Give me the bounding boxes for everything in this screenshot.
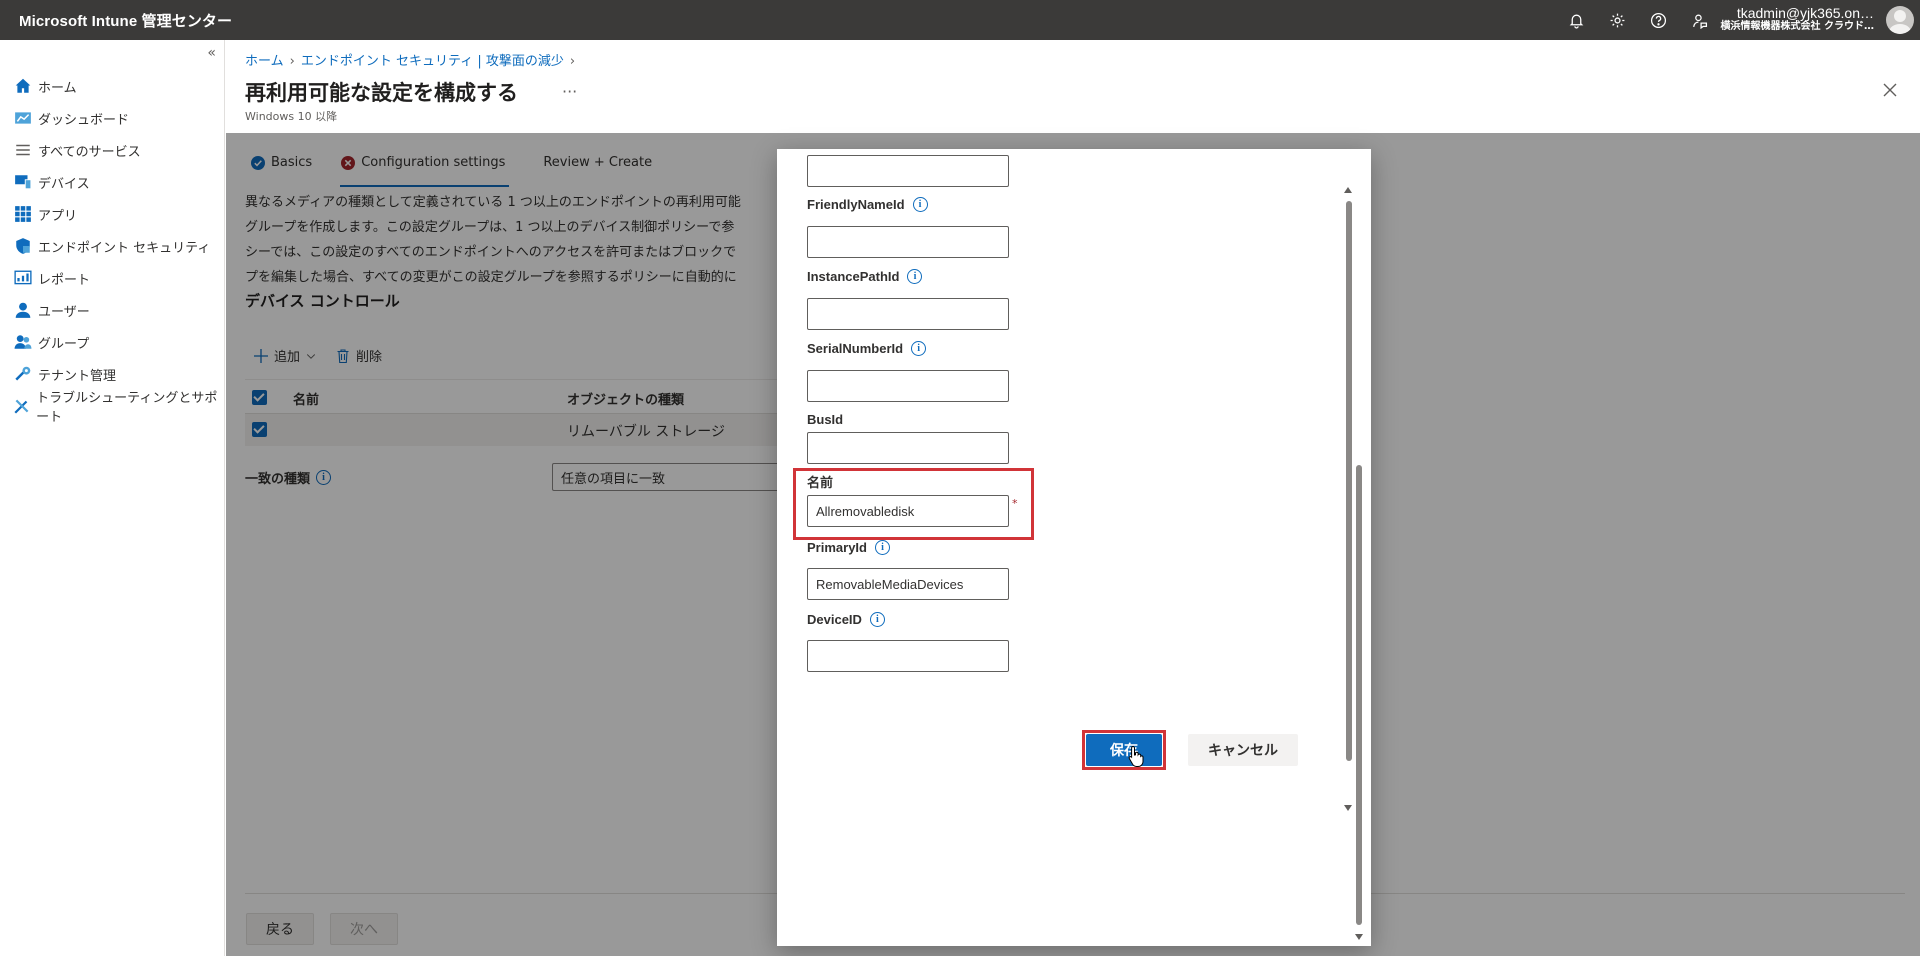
sidebar-item-label: デバイス <box>38 176 90 192</box>
sidebar-item-dashboard[interactable]: ダッシュボード <box>0 102 224 134</box>
sidebar-item-label: アプリ <box>38 208 78 224</box>
sidebar-item-label: トラブルシューティングとサポート <box>36 391 218 425</box>
list-icon <box>13 141 33 159</box>
account-info[interactable]: tkadmin@yjk365.on… 横浜情報機器株式会社 クラウド… <box>1721 5 1874 33</box>
sidebar-item-all-services[interactable]: すべてのサービス <box>0 134 224 166</box>
info-icon[interactable]: i <box>874 540 890 555</box>
sidebar-item-label: ユーザー <box>38 304 90 320</box>
breadcrumb-home[interactable]: ホーム <box>245 54 284 69</box>
sidebar-item-label: エンドポイント セキュリティ <box>38 240 211 256</box>
info-icon[interactable]: i <box>869 612 885 627</box>
sidebar-item-label: ホーム <box>38 80 77 96</box>
sidebar-item-troubleshooting[interactable]: トラブルシューティングとサポート <box>0 390 224 425</box>
name-input[interactable]: Allremovabledisk <box>807 495 1009 527</box>
dialog-scroll-down-arrow[interactable] <box>1355 934 1363 940</box>
help-icon[interactable] <box>1647 9 1669 31</box>
bus-id-input[interactable] <box>807 432 1009 464</box>
primary-id-input[interactable]: RemovableMediaDevices <box>807 568 1009 600</box>
top-icons <box>1565 0 1710 40</box>
field-label-text: SerialNumberId <box>807 341 904 356</box>
sidebar-item-tenant-admin[interactable]: テナント管理 <box>0 358 224 390</box>
gear-icon[interactable] <box>1606 9 1628 31</box>
required-marker: * <box>1012 497 1018 510</box>
devices-icon <box>13 173 33 191</box>
bus-id-label: BusId <box>807 412 843 427</box>
sidebar-item-reports[interactable]: レポート <box>0 262 224 294</box>
sidebar-item-label: すべてのサービス <box>38 144 141 160</box>
instance-path-id-input[interactable] <box>807 298 1009 330</box>
apps-icon <box>13 205 33 223</box>
sidebar-nav: ホーム ダッシュボード すべてのサービス デバイス アプリ エンドポイント セキ… <box>0 70 224 425</box>
breadcrumb: ホーム › エンドポイント セキュリティ | 攻撃面の減少 › <box>245 50 581 69</box>
sidebar-item-apps[interactable]: アプリ <box>0 198 224 230</box>
sidebar-item-users[interactable]: ユーザー <box>0 294 224 326</box>
breadcrumb-separator: › <box>569 54 576 69</box>
instance-path-id-label: InstancePathId i <box>807 269 923 284</box>
serial-number-id-label: SerialNumberId i <box>807 341 927 356</box>
field-label-text: BusId <box>807 412 844 427</box>
name-label: 名前 <box>807 472 833 491</box>
dialog-scrollbar[interactable] <box>1355 155 1365 940</box>
info-icon[interactable]: i <box>907 269 923 284</box>
group-icon <box>13 333 33 351</box>
cancel-button[interactable]: キャンセル <box>1188 734 1298 766</box>
report-icon <box>13 269 33 287</box>
field-label-text: InstancePathId <box>807 269 900 284</box>
friendly-name-id-label: FriendlyNameId i <box>807 197 928 212</box>
account-org: 横浜情報機器株式会社 クラウド… <box>1720 21 1874 33</box>
tenant-icon <box>13 365 33 383</box>
scroll-down-arrow[interactable] <box>1344 805 1352 811</box>
sidebar: « ホーム ダッシュボード すべてのサービス デバイス アプリ エンドポイント … <box>0 40 225 956</box>
sidebar-item-label: ダッシュボード <box>38 112 130 128</box>
more-options-button[interactable]: ··· <box>562 82 577 101</box>
serial-number-id-input[interactable] <box>807 370 1009 402</box>
account-name: tkadmin@yjk365.on… <box>1736 5 1874 21</box>
sidebar-item-devices[interactable]: デバイス <box>0 166 224 198</box>
sidebar-item-home[interactable]: ホーム <box>0 70 224 102</box>
form-scrollbar[interactable] <box>1344 187 1355 811</box>
user-icon <box>13 301 33 319</box>
shield-icon <box>13 237 33 255</box>
field-label-text: FriendlyNameId <box>807 197 905 212</box>
sidebar-item-endpoint-security[interactable]: エンドポイント セキュリティ <box>0 230 224 262</box>
breadcrumb-asr[interactable]: エンドポイント セキュリティ | 攻撃面の減少 <box>301 54 564 69</box>
info-icon[interactable]: i <box>912 197 928 212</box>
scroll-up-arrow[interactable] <box>1344 187 1352 193</box>
feedback-icon[interactable] <box>1688 9 1710 31</box>
field-label-text: PrimaryId <box>807 540 867 555</box>
field-label-text: DeviceID <box>807 612 862 627</box>
dashboard-icon <box>13 109 33 127</box>
friendly-name-id-input[interactable] <box>807 226 1009 258</box>
close-icon[interactable] <box>1882 82 1898 98</box>
page-title: 再利用可能な設定を構成する <box>245 81 518 105</box>
scroll-thumb[interactable] <box>1346 201 1352 761</box>
sidebar-item-label: レポート <box>38 272 91 288</box>
collapse-sidebar-button[interactable]: « <box>207 45 216 61</box>
dialog-scroll-thumb[interactable] <box>1356 465 1362 925</box>
app-title[interactable]: Microsoft Intune 管理センター <box>19 10 232 31</box>
breadcrumb-separator: › <box>289 54 295 69</box>
sidebar-item-label: グループ <box>38 336 90 352</box>
field-input-top[interactable] <box>807 155 1009 187</box>
field-label-text: 名前 <box>807 475 834 490</box>
info-icon[interactable]: i <box>911 341 927 356</box>
edit-entry-dialog: FriendlyNameId i InstancePathId i Serial… <box>777 149 1371 946</box>
save-button[interactable]: 保存 <box>1086 734 1162 766</box>
bell-icon[interactable] <box>1565 9 1587 31</box>
sidebar-item-label: テナント管理 <box>38 368 117 384</box>
device-id-label: DeviceID i <box>807 612 885 627</box>
sidebar-item-groups[interactable]: グループ <box>0 326 224 358</box>
page-subtitle: Windows 10 以降 <box>245 110 338 123</box>
home-icon <box>13 77 33 95</box>
avatar[interactable] <box>1886 6 1914 34</box>
hand-cursor-icon <box>1128 745 1144 767</box>
primary-id-label: PrimaryId i <box>807 540 890 555</box>
device-id-input[interactable] <box>807 640 1009 672</box>
wrench-icon <box>13 397 31 415</box>
top-bar: Microsoft Intune 管理センター tkadmin@yjk365.o… <box>0 0 1920 40</box>
